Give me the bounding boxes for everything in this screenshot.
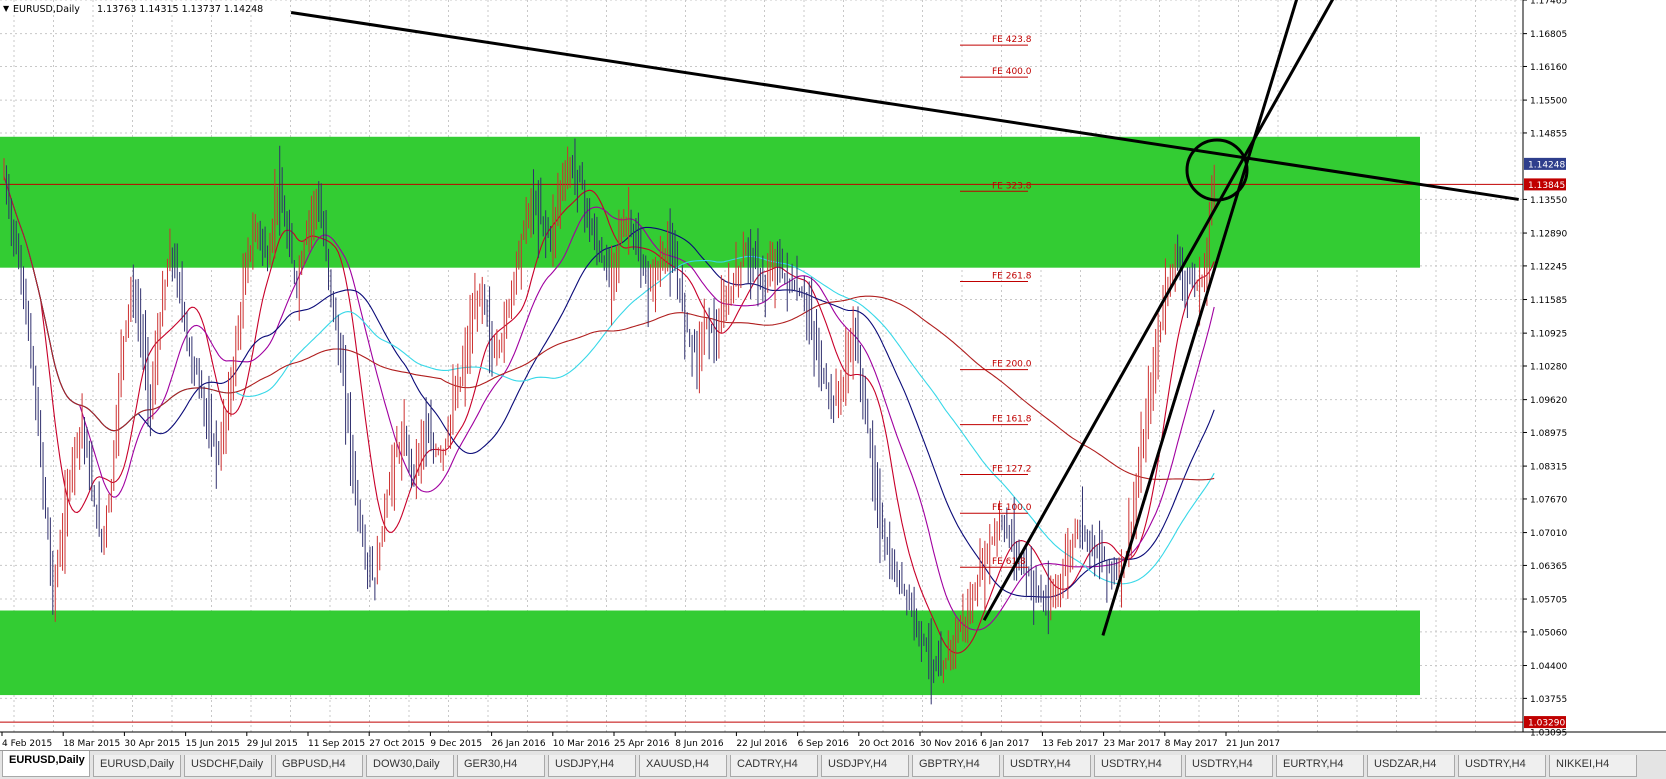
symbol-label: EURUSD,Daily [13, 4, 80, 15]
chart-tab[interactable]: GBPTRY,H4 [912, 755, 1000, 777]
zone-rect [0, 610, 1420, 696]
price-tick-label: 1.03755 [1530, 695, 1567, 705]
price-tick-label: 1.13550 [1530, 196, 1567, 206]
price-tick-label: 1.12245 [1530, 262, 1567, 272]
chart-header: ▼ EURUSD,Daily 1.13763 1.14315 1.13737 1… [3, 4, 263, 15]
chart-tab[interactable]: NIKKEI,H4 [1549, 755, 1637, 777]
price-tick-label: 1.08315 [1530, 463, 1567, 473]
price-tick-label: 1.07010 [1530, 529, 1567, 539]
price-tick-label: 1.16160 [1530, 63, 1567, 73]
trendline [1101, 0, 1299, 636]
price-tick-label: 1.04400 [1530, 662, 1567, 672]
price-tick-label: 1.17465 [1530, 0, 1567, 7]
ohlc-values: 1.13763 1.14315 1.13737 1.14248 [97, 4, 263, 15]
price-tick-label: 1.14855 [1530, 129, 1567, 139]
chart-tab[interactable]: USDTRY,H4 [1185, 755, 1273, 777]
time-tick-label: 23 Mar 2017 [1104, 739, 1161, 749]
chart-tab[interactable]: GBPUSD,H4 [275, 755, 363, 777]
chart-tab[interactable]: CADTRY,H4 [730, 755, 818, 777]
chart-tab[interactable]: GER30,H4 [457, 755, 545, 777]
time-tick-label: 30 Nov 2016 [920, 739, 978, 749]
chart-tab[interactable]: USDCHF,Daily [184, 755, 272, 777]
price-chart[interactable]: FE 423.8 FE 400.0 FE 323.8 FE 261.8 FE 200.0… [0, 0, 1666, 750]
fe-level-label: FE 161.8 [992, 415, 1032, 425]
time-tick-label: 4 Feb 2015 [2, 739, 52, 749]
time-tick-label: 20 Oct 2016 [859, 739, 915, 749]
chart-window[interactable]: FE 423.8 FE 400.0 FE 323.8 FE 261.8 FE 200.0… [0, 0, 1666, 779]
price-tick-label: 1.03095 [1530, 729, 1567, 739]
fe-level-label: FE 200.0 [992, 360, 1032, 370]
time-tick-label: 29 Jul 2015 [247, 739, 298, 749]
time-tick-label: 8 Jun 2016 [675, 739, 724, 749]
price-tick-label: 1.07670 [1530, 495, 1567, 505]
price-tick-label: 1.05060 [1530, 628, 1567, 638]
fe-level-label: FE 261.8 [992, 271, 1032, 281]
fe-level-label: FE 423.8 [992, 35, 1032, 45]
time-tick-label: 8 May 2017 [1165, 739, 1218, 749]
chart-tab[interactable]: USDTRY,H4 [1003, 755, 1091, 777]
price-tick-label: 1.10925 [1530, 330, 1567, 340]
chart-tab[interactable]: USDTRY,H4 [1094, 755, 1182, 777]
time-tick-label: 30 Apr 2015 [124, 739, 180, 749]
level-price-label: 1.13845 [1528, 181, 1565, 191]
fe-level-label: FE 100.0 [992, 503, 1032, 513]
fe-level-label: FE 400.0 [992, 67, 1032, 77]
time-tick-label: 18 Mar 2015 [63, 739, 120, 749]
chart-tab[interactable]: XAUUSD,H4 [639, 755, 727, 777]
time-tick-label: 10 Mar 2016 [553, 739, 610, 749]
price-tick-label: 1.11585 [1530, 296, 1567, 306]
price-tick-label: 1.15500 [1530, 97, 1567, 107]
time-tick-label: 22 Jul 2016 [736, 739, 787, 749]
fe-level-label: FE 323.8 [992, 181, 1032, 191]
time-tick-label: 27 Oct 2015 [369, 739, 425, 749]
fe-level-label: FE 127.2 [992, 465, 1032, 475]
time-tick-label: 21 Jun 2017 [1226, 739, 1280, 749]
price-tick-label: 1.06365 [1530, 562, 1567, 572]
price-tick-label: 1.08975 [1530, 429, 1567, 439]
price-tick-label: 1.05705 [1530, 596, 1567, 606]
chart-tab-bar: EURUSD,Daily EURUSD,Daily USDCHF,Daily GBPU… [0, 750, 1666, 779]
chart-tab[interactable]: DOW30,Daily [366, 755, 454, 777]
chart-tab[interactable]: USDJPY,H4 [821, 755, 909, 777]
chart-tab[interactable]: USDZAR,H4 [1367, 755, 1455, 777]
price-tick-label: 1.16805 [1530, 30, 1567, 40]
chart-tab[interactable]: EURUSD,Daily [93, 755, 181, 777]
time-tick-label: 6 Jan 2017 [981, 739, 1029, 749]
bottom-price-label: 1.03290 [1528, 719, 1565, 729]
chart-tab[interactable]: EURUSD,Daily [2, 751, 90, 777]
time-tick-label: 9 Dec 2015 [430, 739, 482, 749]
chart-tab[interactable]: EURTRY,H4 [1276, 755, 1364, 777]
time-tick-label: 26 Jan 2016 [492, 739, 546, 749]
time-tick-label: 15 Jun 2015 [186, 739, 240, 749]
price-tick-label: 1.10280 [1530, 363, 1567, 373]
time-axis: 4 Feb 2015 18 Mar 2015 30 Apr 2015 15 Jun 2… [1, 732, 1280, 749]
time-tick-label: 11 Sep 2015 [308, 739, 365, 749]
symbol-arrow-icon: ▼ [3, 4, 10, 13]
bid-price-label: 1.14248 [1528, 160, 1565, 170]
price-tick-label: 1.09620 [1530, 396, 1567, 406]
price-tick-label: 1.12890 [1530, 230, 1567, 240]
trendline [982, 0, 1335, 621]
chart-tab[interactable]: USDTRY,H4 [1458, 755, 1546, 777]
time-tick-label: 13 Feb 2017 [1042, 739, 1098, 749]
time-tick-label: 25 Apr 2016 [614, 739, 670, 749]
time-tick-label: 6 Sep 2016 [798, 739, 850, 749]
chart-tab[interactable]: USDJPY,H4 [548, 755, 636, 777]
fe-level-label: FE 61.8 [992, 557, 1026, 567]
